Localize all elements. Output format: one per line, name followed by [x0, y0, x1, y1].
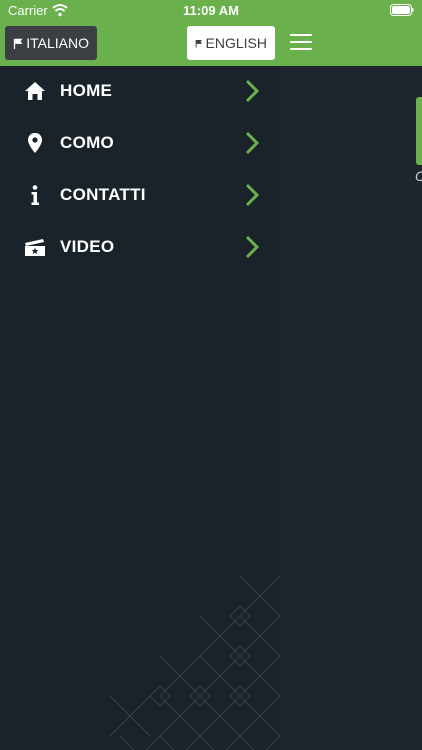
menu-item-contatti[interactable]: CONTATTI: [0, 170, 280, 220]
chevron-right-icon: [245, 131, 260, 155]
info-icon: [31, 185, 39, 205]
content-tab-edge[interactable]: [416, 97, 422, 165]
menu-label-video: VIDEO: [60, 237, 115, 256]
video-ticket-icon: [25, 239, 45, 256]
english-label: ENGLISH: [205, 35, 267, 51]
side-drawer: HOME COMO CONTATTI VIDEO: [0, 66, 280, 750]
battery-icon: [390, 4, 414, 16]
location-pin-icon: [28, 133, 42, 153]
chevron-right-icon: [245, 183, 260, 207]
app-header: ITALIANO ENGLISH: [0, 22, 422, 66]
flag-icon: [195, 39, 202, 48]
english-language-button[interactable]: ENGLISH: [187, 26, 275, 60]
menu-item-video[interactable]: VIDEO: [0, 222, 280, 272]
chevron-right-icon: [245, 235, 260, 259]
italiano-language-button[interactable]: ITALIANO: [5, 26, 97, 60]
menu-item-home[interactable]: HOME: [0, 66, 280, 116]
menu-label-como: COMO: [60, 133, 115, 152]
main-content: [280, 66, 422, 750]
chevron-right-icon: [245, 79, 260, 103]
italiano-label: ITALIANO: [26, 35, 89, 51]
home-icon: [25, 82, 45, 100]
decorative-x-pattern: [109, 575, 280, 750]
status-bar: Carrier 11:09 AM: [0, 0, 422, 22]
menu-label-contatti: CONTATTI: [60, 185, 146, 204]
hamburger-menu-icon[interactable]: [290, 34, 312, 52]
content-peek-text: C: [415, 168, 422, 184]
status-time: 11:09 AM: [183, 3, 239, 18]
flag-icon: [13, 38, 23, 49]
menu-label-home: HOME: [60, 81, 113, 100]
menu-item-como[interactable]: COMO: [0, 118, 280, 168]
